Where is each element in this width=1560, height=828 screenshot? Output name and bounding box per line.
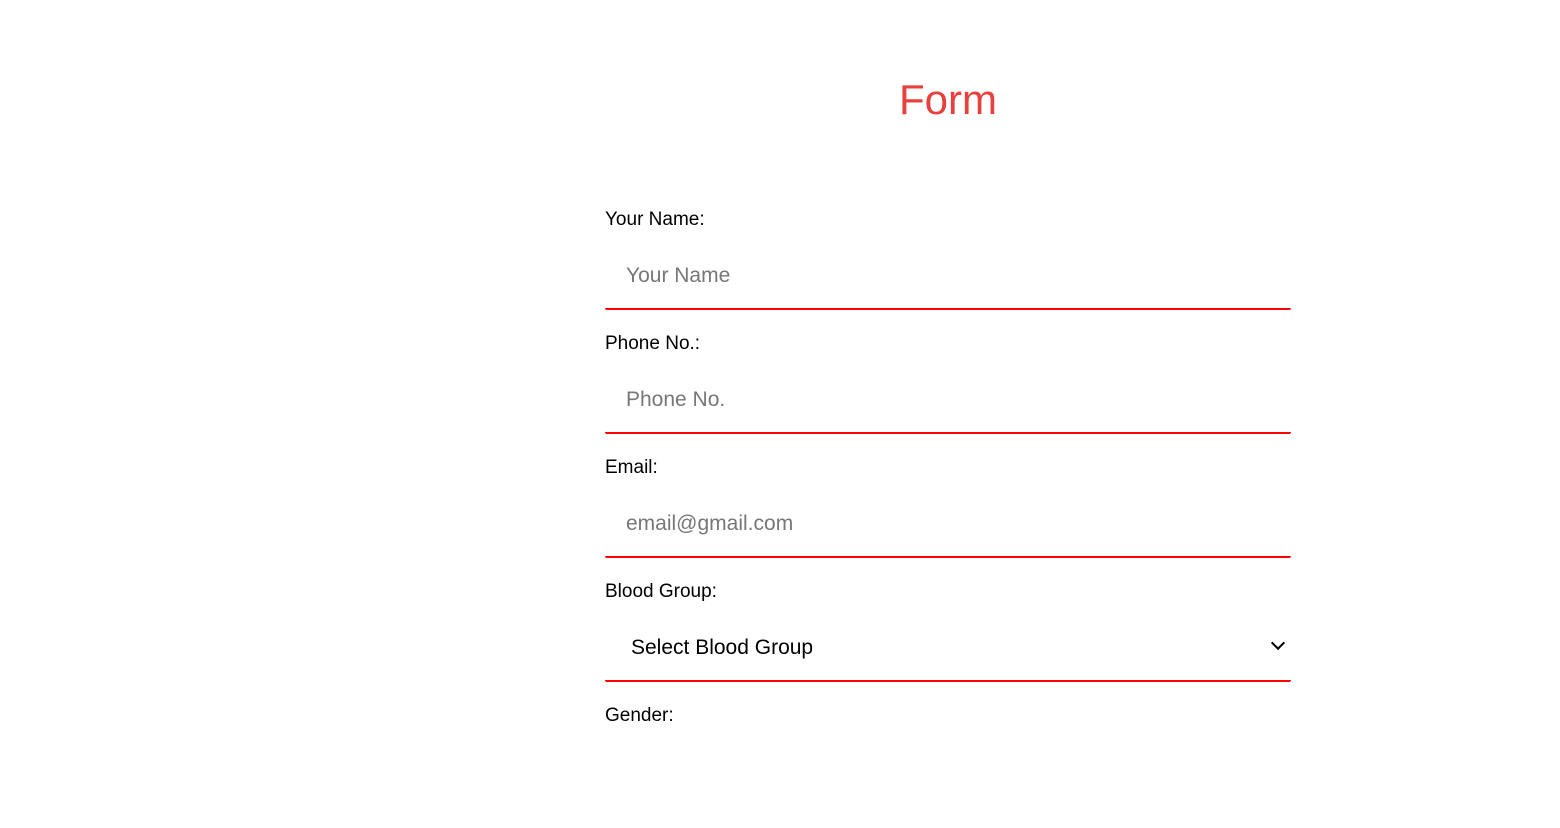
phone-field-group: Phone No.:: [605, 332, 1291, 456]
phone-input[interactable]: [605, 368, 1291, 434]
phone-label: Phone No.:: [605, 333, 701, 354]
gender-field-group: Gender:: [605, 704, 1291, 828]
blood-group-field-group: Blood Group: Select Blood Group: [605, 580, 1291, 704]
blood-group-select[interactable]: Select Blood Group: [605, 616, 1291, 682]
name-input[interactable]: [605, 244, 1291, 310]
chevron-down-icon: [1270, 635, 1286, 651]
blood-group-selected: Select Blood Group: [631, 636, 814, 659]
email-input[interactable]: [605, 492, 1291, 558]
page-title: Form: [899, 76, 997, 123]
gender-label: Gender:: [605, 705, 674, 726]
form: Your Name: Phone No.: Email: Blood Group…: [605, 208, 1291, 828]
name-field-group: Your Name:: [605, 208, 1291, 332]
blood-group-label: Blood Group:: [605, 581, 717, 602]
name-label: Your Name:: [605, 209, 705, 230]
email-label: Email:: [605, 457, 658, 478]
email-field-group: Email:: [605, 456, 1291, 580]
